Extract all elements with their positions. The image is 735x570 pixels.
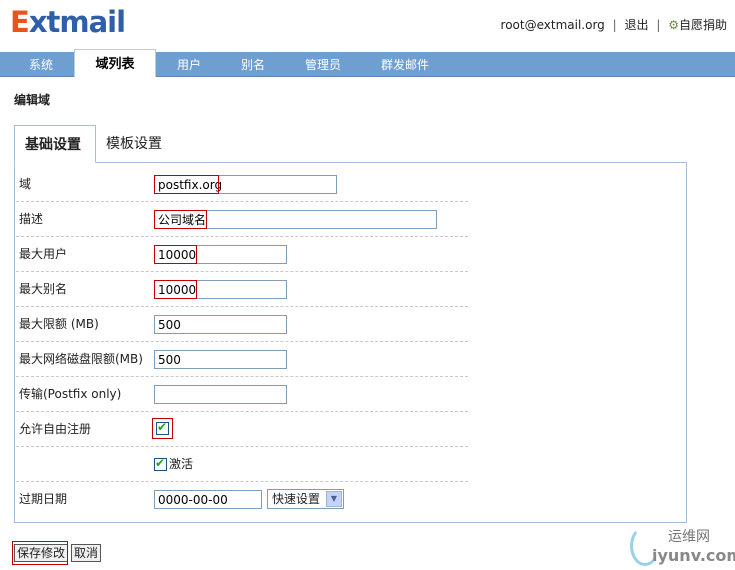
logo-letter-e: E (10, 5, 30, 39)
row-max-aliases: 最大别名 (16, 272, 468, 307)
watermark-line1: 运维网 (668, 529, 710, 545)
settings-panel: 域 描述 最大用户 最大别名 最大限额 (MB) 最大网络磁盘限额(MB) 传输… (14, 162, 687, 523)
max-users-input[interactable] (154, 245, 287, 264)
page-title: 编辑域 (14, 93, 51, 107)
check-icon: ✔ (157, 420, 168, 434)
current-user: root@extmail.org (500, 18, 605, 32)
row-domain: 域 (16, 167, 468, 202)
expire-date-label: 过期日期 (19, 492, 68, 506)
nav-item-aliases[interactable]: 别名 (228, 52, 278, 77)
quick-set-value: 快速设置 (272, 492, 321, 506)
gear-icon: ⚙ (668, 18, 679, 32)
cancel-button[interactable]: 取消 (71, 544, 102, 562)
tab-template-settings[interactable]: 模板设置 (96, 125, 172, 163)
quota-label: 最大限额 (MB) (19, 317, 99, 331)
row-transport: 传输(Postfix only) (16, 377, 468, 412)
active-checkbox[interactable]: ✔ (154, 456, 167, 471)
netdisk-quota-input[interactable] (154, 350, 287, 369)
save-button[interactable]: 保存修改 (14, 544, 69, 562)
netdisk-quota-label: 最大网络磁盘限额(MB) (19, 352, 143, 366)
donate-link[interactable]: 自愿捐助 (679, 18, 727, 32)
domain-input[interactable] (154, 175, 337, 194)
domain-label: 域 (19, 177, 32, 191)
row-netdisk-quota: 最大网络磁盘限额(MB) (16, 342, 468, 377)
active-label: 激活 (169, 457, 194, 471)
logout-link[interactable]: 退出 (625, 18, 649, 32)
description-label: 描述 (19, 212, 44, 226)
row-allow-signup: 允许自由注册 ✔ (16, 412, 468, 447)
watermark-line2: iyunv.com (652, 546, 735, 565)
max-aliases-label: 最大别名 (19, 282, 68, 296)
nav-item-mass-mail[interactable]: 群发邮件 (370, 52, 440, 77)
row-active: ✔ 激活 (16, 447, 468, 482)
max-users-label: 最大用户 (19, 247, 68, 261)
logo-wordmark: xtmail (28, 5, 126, 39)
description-input[interactable] (154, 210, 437, 229)
nav-item-domains[interactable]: 域列表 (74, 49, 156, 77)
main-nav: 系统 域列表 用户 别名 管理员 群发邮件 (0, 49, 735, 77)
quota-input[interactable] (154, 315, 287, 334)
check-icon: ✔ (155, 456, 166, 470)
site-watermark: 运维网 iyunv.com (630, 526, 735, 570)
row-expire-date: 过期日期 快速设置 ▼ (16, 482, 468, 517)
transport-input[interactable] (154, 385, 287, 404)
user-bar: root@extmail.org | 退出 | ⚙自愿捐助 (501, 16, 727, 33)
expire-date-input[interactable] (154, 490, 262, 509)
row-max-users: 最大用户 (16, 237, 468, 272)
separator: | (656, 18, 661, 32)
allow-signup-label: 允许自由注册 (19, 422, 92, 436)
allow-signup-checkbox[interactable]: ✔ (156, 420, 169, 435)
row-quota: 最大限额 (MB) (16, 307, 468, 342)
nav-item-admins[interactable]: 管理员 (294, 52, 352, 77)
transport-label: 传输(Postfix only) (19, 387, 122, 401)
chevron-down-icon: ▼ (326, 491, 342, 507)
separator: | (612, 18, 617, 32)
max-aliases-input[interactable] (154, 280, 287, 299)
row-description: 描述 (16, 202, 468, 237)
quick-set-select[interactable]: 快速设置 ▼ (267, 489, 344, 509)
extmail-logo[interactable]: Extmail (10, 2, 126, 42)
nav-item-users[interactable]: 用户 (164, 52, 214, 77)
tab-basic-settings[interactable]: 基础设置 (14, 125, 96, 163)
nav-item-system[interactable]: 系统 (14, 52, 68, 77)
app-header: Extmail root@extmail.org | 退出 | ⚙自愿捐助 (0, 0, 735, 48)
